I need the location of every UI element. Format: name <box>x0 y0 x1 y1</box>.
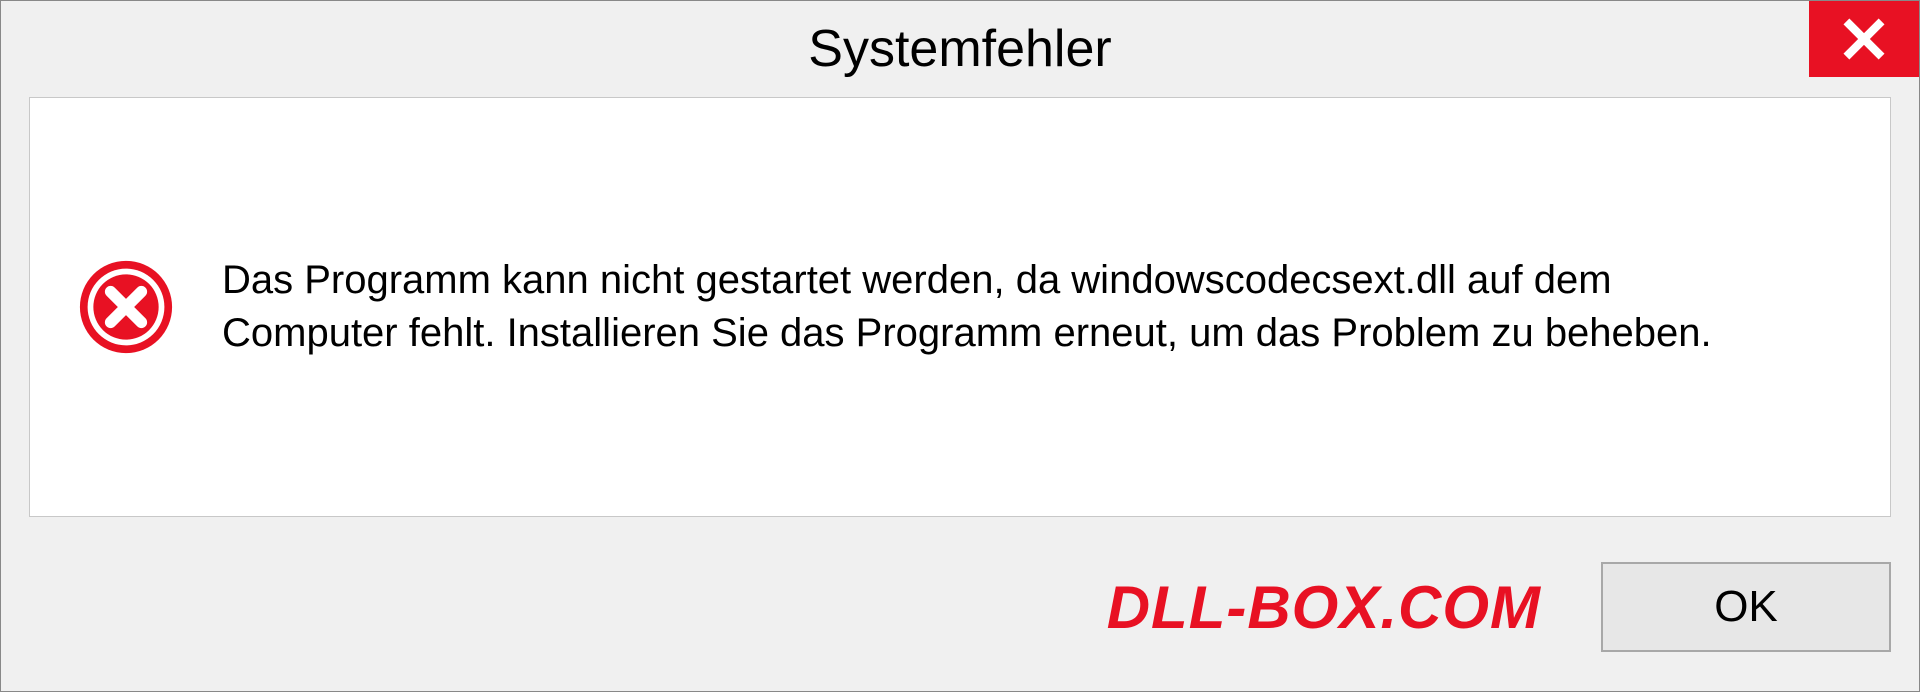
content-area: Das Programm kann nicht gestartet werden… <box>29 97 1891 517</box>
ok-button[interactable]: OK <box>1601 562 1891 652</box>
titlebar: Systemfehler <box>1 1 1919 97</box>
error-message: Das Programm kann nicht gestartet werden… <box>222 254 1792 360</box>
dialog-footer: DLL-BOX.COM OK <box>1 551 1919 691</box>
dialog-title: Systemfehler <box>808 19 1111 79</box>
error-circle-icon <box>78 259 174 355</box>
watermark-text: DLL-BOX.COM <box>1107 573 1541 642</box>
close-button[interactable] <box>1809 1 1919 77</box>
error-dialog: Systemfehler Das Programm kann nicht ges… <box>0 0 1920 692</box>
close-icon <box>1842 17 1886 61</box>
